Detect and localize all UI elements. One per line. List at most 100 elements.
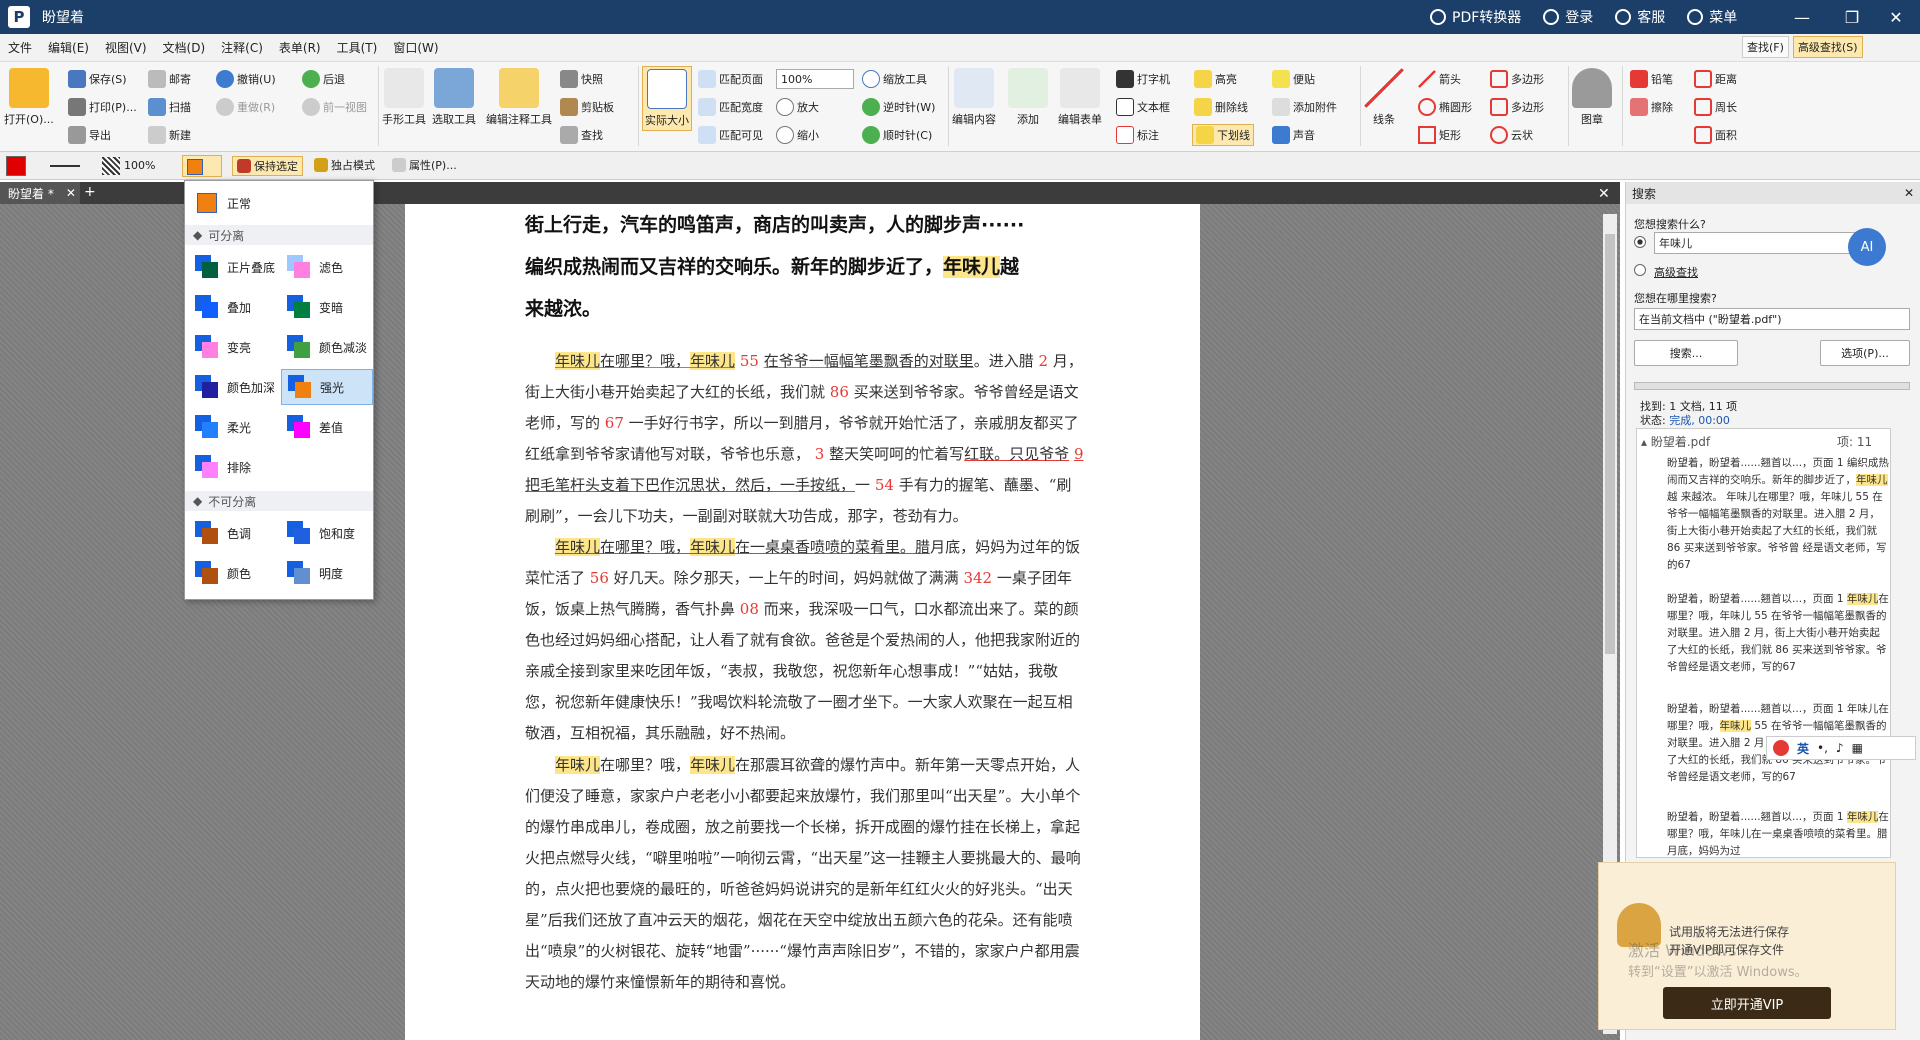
zoom-in-button[interactable]: 放大 <box>776 98 819 116</box>
line-tool-button[interactable]: 线条 <box>1364 68 1404 127</box>
close-window-button[interactable]: ✕ <box>1876 0 1916 34</box>
rotate-cw-button[interactable]: 顺时针(C) <box>862 126 932 144</box>
sound-button[interactable]: 声音 <box>1272 126 1315 144</box>
back-button[interactable]: 后退 <box>302 70 345 88</box>
blend-darken[interactable]: 变暗 <box>281 289 373 325</box>
blend-saturation[interactable]: 饱和度 <box>281 515 373 551</box>
line-style-select[interactable] <box>50 165 80 167</box>
save-button[interactable]: 保存(S) <box>68 70 127 88</box>
prev-view-button[interactable]: 前一视图 <box>302 98 367 116</box>
blend-hard-light[interactable]: 强光 <box>281 369 373 405</box>
polyline-tool-button[interactable]: 多边形 <box>1490 70 1544 88</box>
mail-button[interactable]: 邮寄 <box>148 70 191 88</box>
fit-page-button[interactable]: 匹配页面 <box>698 70 763 88</box>
find-f-button[interactable]: 查找(F) <box>1742 36 1789 58</box>
advanced-search-radio[interactable] <box>1634 264 1646 276</box>
actual-size-button[interactable]: 实际大小 <box>642 66 692 131</box>
pencil-button[interactable]: 铅笔 <box>1630 70 1673 88</box>
menu-window[interactable]: 窗口(W) <box>385 39 446 56</box>
blend-hue[interactable]: 色调 <box>189 515 281 551</box>
pdf-converter-button[interactable]: PDF转换器 <box>1430 7 1521 27</box>
blend-color[interactable]: 颜色 <box>189 555 281 591</box>
distance-button[interactable]: 距离 <box>1694 70 1737 88</box>
redo-button[interactable]: 重做(R) <box>216 98 275 116</box>
close-tab-icon[interactable]: ✕ <box>66 186 76 200</box>
blend-screen[interactable]: 滤色 <box>281 249 373 285</box>
cloud-tool-button[interactable]: 云状 <box>1490 126 1533 144</box>
open-button[interactable]: 打开(O)... <box>4 68 54 127</box>
add-tab-button[interactable]: + <box>84 184 96 200</box>
eraser-button[interactable]: 擦除 <box>1630 98 1673 116</box>
search-result-item[interactable]: 盼望着，盼望着......翘首以...，页面 1 年味儿在哪里？哦，年味儿 55… <box>1667 591 1889 676</box>
menu-view[interactable]: 视图(V) <box>97 39 155 56</box>
blend-mode-button[interactable] <box>182 155 222 177</box>
blend-overlay[interactable]: 叠加 <box>189 289 281 325</box>
blend-normal[interactable]: 正常 <box>189 185 369 221</box>
hand-tool-button[interactable]: 手形工具 <box>382 68 426 127</box>
underline-button[interactable]: 下划线 <box>1192 124 1254 146</box>
menu-tools[interactable]: 工具(T) <box>329 39 386 56</box>
area-button[interactable]: 面积 <box>1694 126 1737 144</box>
attach-file-button[interactable]: 添加附件 <box>1272 98 1337 116</box>
fit-width-button[interactable]: 匹配宽度 <box>698 98 763 116</box>
menu-form[interactable]: 表单(R) <box>271 39 329 56</box>
scroll-thumb[interactable] <box>1605 234 1615 654</box>
close-document-button[interactable]: ✕ <box>1598 186 1610 202</box>
highlight-button[interactable]: 高亮 <box>1194 70 1237 88</box>
close-panel-icon[interactable]: ✕ <box>1904 186 1914 200</box>
snapshot-button[interactable]: 快照 <box>560 70 603 88</box>
blend-exclusion[interactable]: 排除 <box>189 449 281 485</box>
search-options-button[interactable]: 选项(P)... <box>1820 340 1910 366</box>
minimize-button[interactable]: — <box>1782 0 1822 34</box>
add-button[interactable]: 添加 <box>1008 68 1048 127</box>
menu-comment[interactable]: 注释(C) <box>213 39 271 56</box>
ellipse-tool-button[interactable]: 椭圆形 <box>1418 98 1472 116</box>
blend-lighten[interactable]: 变亮 <box>189 329 281 365</box>
search-button[interactable]: 搜索... <box>1634 340 1738 366</box>
blend-color-burn[interactable]: 颜色加深 <box>189 369 281 405</box>
edit-content-button[interactable]: 编辑内容 <box>952 68 996 127</box>
blend-luminosity[interactable]: 明度 <box>281 555 373 591</box>
activate-vip-button[interactable]: 立即开通VIP <box>1663 987 1831 1019</box>
textbox-button[interactable]: 文本框 <box>1116 98 1170 116</box>
stamp-button[interactable]: 图章 <box>1572 68 1612 127</box>
undo-button[interactable]: 撤销(U) <box>216 70 276 88</box>
basic-search-radio[interactable] <box>1634 236 1646 248</box>
opacity-value[interactable]: 100% <box>124 159 155 172</box>
menu-edit[interactable]: 编辑(E) <box>40 39 97 56</box>
perimeter-button[interactable]: 周长 <box>1694 98 1737 116</box>
search-result-item[interactable]: 盼望着，盼望着......翘首以...，页面 1 编织成热闹而又吉祥的交响乐。新… <box>1667 455 1889 574</box>
blend-multiply[interactable]: 正片叠底 <box>189 249 281 285</box>
clipboard-button[interactable]: 剪贴板 <box>560 98 614 116</box>
search-results-list[interactable]: ▴ 盼望着.pdf 项: 11 盼望着，盼望着......翘首以...，页面 1… <box>1636 428 1891 858</box>
edit-form-button[interactable]: 编辑表单 <box>1058 68 1102 127</box>
new-button[interactable]: 新建 <box>148 126 191 144</box>
ai-assistant-icon[interactable]: AI <box>1848 228 1886 266</box>
advanced-search-link[interactable]: 高级查找 <box>1654 264 1698 280</box>
print-button[interactable]: 打印(P)... <box>68 98 137 116</box>
arrow-tool-button[interactable]: 箭头 <box>1418 70 1461 88</box>
exclusive-mode-button[interactable]: 独占模式 <box>314 157 375 173</box>
sticky-note-button[interactable]: 便贴 <box>1272 70 1315 88</box>
typewriter-button[interactable]: 打字机 <box>1116 70 1170 88</box>
document-tab[interactable]: 盼望着 * ✕ <box>0 182 80 204</box>
ime-toolbar[interactable]: 英 •, ♪ ▦ <box>1766 736 1916 760</box>
rect-tool-button[interactable]: 矩形 <box>1418 126 1461 144</box>
export-button[interactable]: 导出 <box>68 126 111 144</box>
advanced-find-button[interactable]: 高级查找(S) <box>1792 36 1863 58</box>
keep-selected-button[interactable]: 保持选定 <box>232 156 303 176</box>
rotate-ccw-button[interactable]: 逆时针(W) <box>862 98 935 116</box>
edit-annot-tool-button[interactable]: 编辑注释工具 <box>486 68 552 127</box>
blend-color-dodge[interactable]: 颜色减淡 <box>281 329 373 365</box>
polygon-tool-button[interactable]: 多边形 <box>1490 98 1544 116</box>
find-button[interactable]: 查找 <box>560 126 603 144</box>
callout-button[interactable]: 标注 <box>1116 126 1159 144</box>
support-button[interactable]: 客服 <box>1615 7 1665 27</box>
zoom-tool-button[interactable]: 缩放工具 <box>862 70 927 88</box>
result-file-row[interactable]: ▴ 盼望着.pdf <box>1641 433 1710 450</box>
blend-soft-light[interactable]: 柔光 <box>189 409 281 445</box>
color-picker[interactable] <box>6 156 26 176</box>
fit-visible-button[interactable]: 匹配可见 <box>698 126 763 144</box>
menu-file[interactable]: 文件 <box>0 39 40 56</box>
properties-button[interactable]: 属性(P)... <box>392 157 457 173</box>
